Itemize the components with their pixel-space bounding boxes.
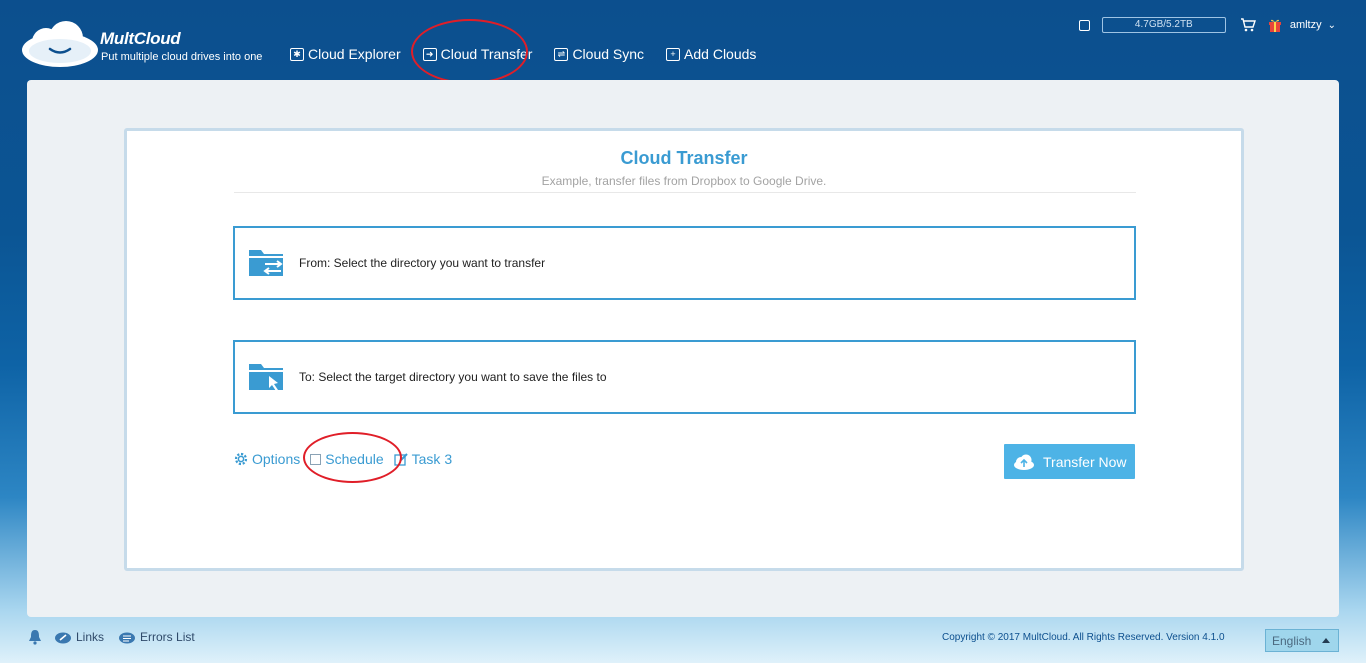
nav-label: Cloud Explorer	[308, 46, 401, 62]
card-title: Cloud Transfer	[620, 148, 748, 168]
chart-icon[interactable]	[1078, 19, 1090, 31]
transfer-card: Cloud Transfer Example, transfer files f…	[124, 128, 1244, 571]
cart-icon[interactable]	[1240, 18, 1256, 32]
divider	[234, 192, 1136, 193]
link-icon	[55, 632, 71, 644]
edit-icon	[393, 453, 408, 466]
main-nav: ✱ Cloud Explorer ➜ Cloud Transfer ⇌ Clou…	[290, 46, 778, 62]
storage-usage: 4.7GB/5.2TB	[1101, 17, 1226, 33]
from-directory-selector[interactable]: From: Select the directory you want to t…	[233, 226, 1136, 300]
transfer-now-button[interactable]: Transfer Now	[1004, 444, 1135, 479]
schedule-option[interactable]: Schedule	[300, 451, 384, 467]
folder-target-icon	[249, 364, 283, 391]
from-label: From: Select the directory you want to t…	[299, 256, 546, 270]
options-label: Options	[252, 451, 301, 467]
account-bar: 4.7GB/5.2TB amltzy ⌄	[1078, 17, 1336, 33]
nav-cloud-explorer[interactable]: ✱ Cloud Explorer	[290, 46, 401, 62]
language-value: English	[1272, 633, 1312, 648]
main-panel: Cloud Transfer Example, transfer files f…	[27, 80, 1339, 617]
nav-label: Cloud Sync	[572, 46, 645, 62]
task-label: Task 3	[411, 451, 453, 467]
transfer-now-label: Transfer Now	[1043, 453, 1127, 470]
caret-up-icon	[1322, 638, 1330, 643]
schedule-label: Schedule	[325, 451, 384, 467]
folder-transfer-icon	[249, 250, 283, 276]
nav-add-clouds[interactable]: + Add Clouds	[666, 46, 756, 62]
to-label: To: Select the target directory you want…	[299, 370, 607, 384]
nav-cloud-sync[interactable]: ⇌ Cloud Sync	[554, 46, 644, 62]
transfer-options: Options Schedule Task 3	[233, 451, 452, 467]
links-link[interactable]: Links	[54, 630, 104, 644]
errors-list-label: Errors List	[140, 630, 195, 644]
options-link[interactable]: Options	[233, 451, 300, 467]
copyright: Copyright © 2017 MultCloud. All Rights R…	[942, 632, 1225, 643]
cloud-upload-icon	[1014, 454, 1034, 470]
multcloud-logo	[22, 21, 98, 67]
cloud-sync-icon: ⇌	[554, 47, 569, 61]
bell-icon[interactable]	[28, 629, 42, 645]
language-select[interactable]: English	[1265, 629, 1339, 652]
username[interactable]: amltzy	[1290, 19, 1322, 31]
card-subtitle: Example, transfer files from Dropbox to …	[541, 174, 827, 188]
footer-links: Links Errors List	[28, 629, 209, 645]
nav-label: Add Clouds	[684, 46, 757, 62]
add-clouds-icon: +	[666, 47, 681, 61]
schedule-checkbox[interactable]	[310, 453, 322, 465]
nav-label: Cloud Transfer	[440, 46, 533, 62]
tagline: Put multiple cloud drives into one	[101, 51, 263, 63]
cloud-transfer-icon: ➜	[422, 47, 437, 61]
chevron-down-icon[interactable]: ⌄	[1328, 20, 1336, 31]
nav-cloud-transfer[interactable]: ➜ Cloud Transfer	[422, 46, 533, 62]
list-icon	[119, 632, 136, 644]
task-name[interactable]: Task 3	[384, 451, 452, 467]
brand-name: MultCloud	[100, 29, 181, 48]
to-directory-selector[interactable]: To: Select the target directory you want…	[233, 340, 1136, 414]
cloud-explorer-icon: ✱	[290, 47, 304, 61]
gear-icon	[234, 452, 248, 466]
links-label: Links	[76, 630, 105, 644]
errors-list-link[interactable]: Errors List	[118, 630, 195, 644]
gift-icon[interactable]	[1268, 18, 1282, 32]
